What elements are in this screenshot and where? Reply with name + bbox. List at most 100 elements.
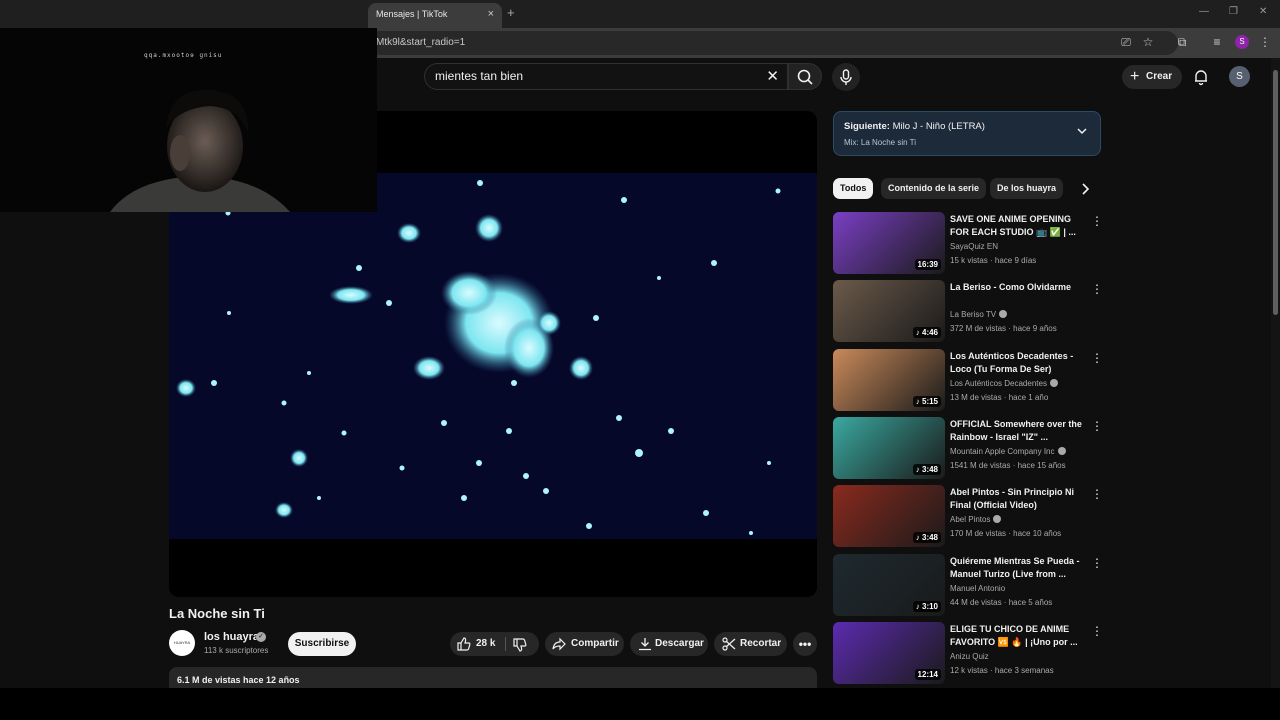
recommendation-title[interactable]: Abel Pintos - Sin Principio Ni Final (Of… <box>950 486 1087 512</box>
video-duration: ♪ 3:48 <box>912 532 941 543</box>
search-button[interactable] <box>788 63 822 90</box>
recommendation-title[interactable]: Quiéreme Mientras Se Pueda - Manuel Turi… <box>950 555 1087 581</box>
video-duration: 12:14 <box>914 669 941 680</box>
window-close-icon[interactable]: ✕ <box>1259 6 1267 17</box>
more-options-icon[interactable]: ⋮ <box>1091 214 1103 228</box>
recommendation-channel[interactable]: Manuel Antonio <box>950 584 1005 593</box>
recommendation-channel[interactable]: La Beriso TV <box>950 310 1008 319</box>
create-button[interactable]: + Crear <box>1122 65 1182 89</box>
more-options-icon[interactable]: ⋮ <box>1091 351 1103 365</box>
video-duration: ♪ 5:15 <box>912 396 941 407</box>
clear-search-icon[interactable]: ✕ <box>766 64 779 89</box>
recommendation-meta: 13 M de vistas · hace 1 año <box>950 393 1049 402</box>
webcam-overlay: qqa.mxootoɘ ɡnisu <box>0 28 377 212</box>
recommendation-channel[interactable]: Anizu Quiz <box>950 652 989 661</box>
recommendation-item[interactable]: ♪ 5:15 Los Auténticos Decadentes - Loco (… <box>833 349 1103 413</box>
recommendation-meta: 15 k vistas · hace 9 días <box>950 256 1037 265</box>
chip-todos[interactable]: Todos <box>833 178 874 199</box>
channel-label: Manuel Antonio <box>950 584 1006 593</box>
download-button[interactable]: Descargar <box>630 632 708 656</box>
recommendation-channel[interactable]: Abel Pintos <box>950 515 1002 524</box>
scissors-icon <box>722 637 736 651</box>
bookmark-star-icon[interactable]: ☆ <box>1140 34 1156 50</box>
chip-from-channel[interactable]: De los huayra <box>990 178 1064 199</box>
browser-menu-icon[interactable]: ⋮ <box>1257 34 1273 50</box>
chevron-down-icon[interactable] <box>1076 125 1088 137</box>
recommendation-title[interactable]: SAVE ONE ANIME OPENING FOR EACH STUDIO 📺… <box>950 213 1087 239</box>
recommendation-item[interactable]: ♪ 3:48 Abel Pintos - Sin Principio Ni Fin… <box>833 485 1103 549</box>
more-options-icon[interactable]: ⋮ <box>1091 624 1103 638</box>
like-dislike-group: 28 k <box>450 632 539 656</box>
recommendation-item[interactable]: ♪ 4:46 La Beriso - Como Olvidarme La Beris… <box>833 280 1103 344</box>
chip-series-content[interactable]: Contenido de la serie <box>881 178 987 199</box>
subscriber-count: 113 k suscriptores <box>204 646 269 655</box>
recommendation-channel[interactable]: Los Auténticos Decadentes <box>950 379 1058 388</box>
video-thumbnail[interactable]: ♪ 3:10 <box>833 554 945 616</box>
playlist-next-up-panel[interactable]: Siguiente: Milo J - Niño (LETRA) Mix: La… <box>833 111 1101 156</box>
video-title: La Noche sin Ti <box>169 606 265 621</box>
verified-badge-icon <box>1057 447 1066 455</box>
browser-tab-active[interactable]: Mensajes | TikTok × <box>368 3 502 28</box>
media-controls-icon[interactable]: ≡ <box>1209 34 1225 50</box>
channel-avatar[interactable]: HUAYRA <box>169 630 195 656</box>
subscribe-button[interactable]: Suscribirse <box>288 632 356 656</box>
video-frame <box>169 173 817 539</box>
clip-button[interactable]: Recortar <box>714 632 787 656</box>
download-label: Descargar <box>655 638 704 649</box>
recommendation-meta: 170 M de vistas · hace 10 años <box>950 529 1062 538</box>
recommendation-item[interactable]: 12:14 ELIGE TU CHICO DE ANIME FAVORITO 🆚 … <box>833 622 1103 686</box>
create-label: Crear <box>1146 71 1173 82</box>
recommendation-title[interactable]: ELIGE TU CHICO DE ANIME FAVORITO 🆚 🔥 | ¡… <box>950 623 1087 649</box>
more-options-icon[interactable]: ⋮ <box>1091 419 1103 433</box>
like-icon[interactable] <box>457 637 471 651</box>
tab-close-icon[interactable]: × <box>488 3 494 25</box>
address-bar[interactable]: Mtk9l&start_radio=1 <box>368 31 1178 55</box>
recommendation-item[interactable]: ♪ 3:10 Quiéreme Mientras Se Pueda - Manue… <box>833 554 1103 618</box>
search-input[interactable]: mientes tan bien ✕ <box>424 63 788 90</box>
notifications-bell-icon[interactable] <box>1192 68 1210 86</box>
chevron-right-icon[interactable] <box>1078 182 1092 196</box>
more-actions-icon[interactable]: ••• <box>793 632 817 656</box>
recommendation-channel[interactable]: Mountain Apple Company Inc <box>950 447 1066 456</box>
webcam-person-image <box>110 89 290 212</box>
video-thumbnail[interactable]: 12:14 <box>833 622 945 684</box>
scrollbar-thumb[interactable] <box>1273 70 1278 315</box>
recommendation-channel[interactable]: SayaQuiz EN <box>950 242 998 251</box>
browser-tab-bar: Mensajes | TikTok × + — ❐ ✕ <box>0 0 1280 28</box>
voice-search-button[interactable] <box>832 63 860 91</box>
share-button[interactable]: Compartir <box>545 632 624 656</box>
recommendation-meta: 1541 M de vistas · hace 15 años <box>950 461 1066 470</box>
channel-name[interactable]: los huayra <box>204 631 259 643</box>
like-count[interactable]: 28 k <box>476 632 495 656</box>
description-box[interactable]: 6.1 M de vistas hace 12 años <box>169 667 817 689</box>
verified-badge-icon <box>999 310 1008 318</box>
dislike-icon[interactable] <box>513 638 527 652</box>
install-app-icon[interactable]: ⎚ <box>1118 34 1134 50</box>
more-options-icon[interactable]: ⋮ <box>1091 556 1103 570</box>
recommendation-title[interactable]: OFFICIAL Somewhere over the Rainbow - Is… <box>950 418 1087 444</box>
video-thumbnail[interactable]: ♪ 3:48 <box>833 417 945 479</box>
channel-label: Mountain Apple Company Inc <box>950 447 1055 456</box>
recommendation-title[interactable]: La Beriso - Como Olvidarme <box>950 281 1087 294</box>
restore-icon[interactable]: ❐ <box>1229 6 1238 17</box>
video-thumbnail[interactable]: ♪ 3:48 <box>833 485 945 547</box>
video-thumbnail[interactable]: 16:39 <box>833 212 945 274</box>
browser-profile-avatar[interactable]: S <box>1235 35 1249 49</box>
video-visual-stars <box>176 180 781 535</box>
minimize-icon[interactable]: — <box>1199 6 1209 17</box>
video-duration: ♪ 4:46 <box>912 327 941 338</box>
extensions-icon[interactable]: ⧉ <box>1174 34 1190 50</box>
new-tab-button[interactable]: + <box>507 5 515 20</box>
account-avatar[interactable]: S <box>1229 66 1250 87</box>
video-thumbnail[interactable]: ♪ 4:46 <box>833 280 945 342</box>
recommendation-title[interactable]: Los Auténticos Decadentes - Loco (Tu For… <box>950 350 1087 377</box>
search-query: mientes tan bien <box>435 69 524 83</box>
channel-label: Los Auténticos Decadentes <box>950 379 1047 388</box>
more-options-icon[interactable]: ⋮ <box>1091 487 1103 501</box>
recommendation-item[interactable]: ♪ 3:48 OFFICIAL Somewhere over the Rainbo… <box>833 417 1103 481</box>
video-thumbnail[interactable]: ♪ 5:15 <box>833 349 945 411</box>
microphone-icon <box>840 69 852 85</box>
more-options-icon[interactable]: ⋮ <box>1091 282 1103 296</box>
video-duration: ♪ 3:48 <box>912 464 941 475</box>
recommendation-item[interactable]: 16:39 SAVE ONE ANIME OPENING FOR EACH STU… <box>833 212 1103 276</box>
